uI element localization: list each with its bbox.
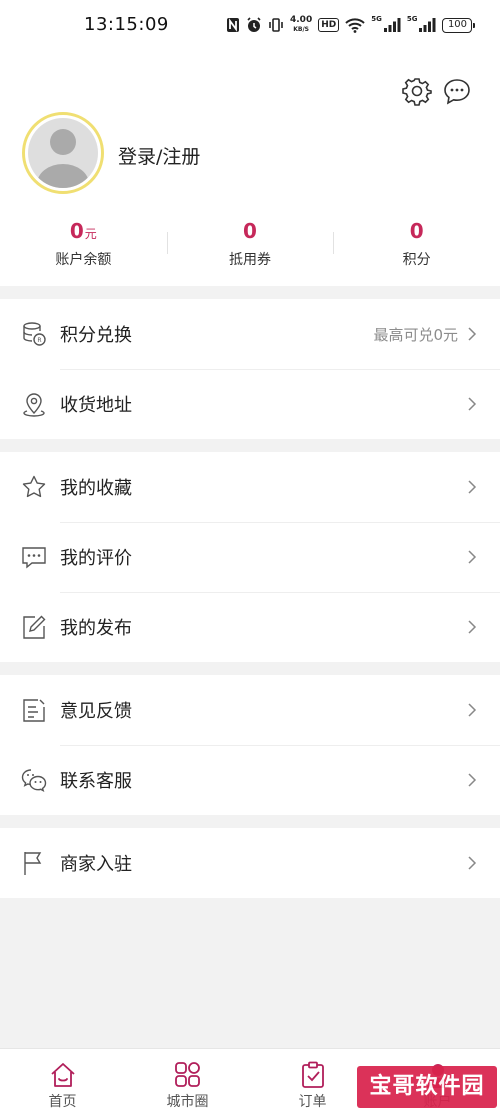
stat-coupons-label: 抵用券 xyxy=(229,252,271,268)
menu-label: 收货地址 xyxy=(60,395,132,416)
status-bar: 13:15:09 4.00 KB/S HD 5G 5G 100 xyxy=(0,0,500,44)
feedback-icon xyxy=(23,699,45,722)
stat-balance[interactable]: 0元 账户余额 xyxy=(0,218,167,274)
gear-icon[interactable] xyxy=(402,76,432,106)
home-icon xyxy=(50,1063,75,1087)
hd-voice-badge: HD xyxy=(318,18,340,32)
points-coins-icon: R xyxy=(23,322,46,346)
location-pin-icon xyxy=(23,393,45,417)
nfc-icon xyxy=(227,18,239,32)
menu-group-3: 意见反馈 联系客服 xyxy=(0,675,500,815)
menu-label: 联系客服 xyxy=(60,771,132,792)
menu-group-4: 商家入驻 xyxy=(0,828,500,898)
menu-row-merchant-join[interactable]: 商家入驻 xyxy=(0,828,500,898)
city-circle-icon xyxy=(174,1062,200,1087)
profile-header: 登录/注册 0元 账户余额 0 抵用券 0 积分 xyxy=(0,44,500,286)
stat-points[interactable]: 0 积分 xyxy=(333,218,500,274)
watermark-logo: 宝哥软件园 xyxy=(357,1066,497,1108)
chevron-right-icon xyxy=(468,327,477,341)
battery-icon: 100 xyxy=(442,17,476,33)
comment-icon xyxy=(22,547,46,569)
signal-1-icon xyxy=(383,18,401,32)
chevron-right-icon xyxy=(468,773,477,787)
alarm-icon xyxy=(247,17,261,32)
network-speed: 4.00 KB/S xyxy=(290,16,312,34)
stat-points-value: 0 xyxy=(409,219,424,243)
tab-label: 首页 xyxy=(48,1094,77,1110)
stat-balance-label: 账户余额 xyxy=(55,252,112,268)
menu-group-2: 我的收藏 我的评价 我的发布 xyxy=(0,452,500,662)
menu-label: 我的发布 xyxy=(60,618,132,639)
menu-row-shipping-address[interactable]: 收货地址 xyxy=(0,369,500,439)
login-register-link[interactable]: 登录/注册 xyxy=(118,142,200,169)
menu-row-posts[interactable]: 我的发布 xyxy=(0,592,500,662)
chat-bubble-icon[interactable] xyxy=(442,76,472,106)
star-icon xyxy=(22,475,46,498)
sim2-tech-label: 5G xyxy=(406,15,418,23)
chevron-right-icon xyxy=(468,620,477,634)
status-icons: 4.00 KB/S HD 5G 5G 100 xyxy=(226,14,476,36)
account-stats: 0元 账户余额 0 抵用券 0 积分 xyxy=(0,218,500,274)
wifi-icon xyxy=(345,18,365,33)
tab-home[interactable]: 首页 xyxy=(0,1049,125,1116)
network-speed-unit: KB/S xyxy=(293,26,309,33)
flag-icon xyxy=(24,852,42,875)
tab-city-circle[interactable]: 城市圈 xyxy=(125,1049,250,1116)
menu-row-feedback[interactable]: 意见反馈 xyxy=(0,675,500,745)
menu-row-points-exchange[interactable]: R 积分兑换 最高可兑0元 xyxy=(0,299,500,369)
chevron-right-icon xyxy=(468,480,477,494)
menu-row-favorites[interactable]: 我的收藏 xyxy=(0,452,500,522)
menu-label: 我的评价 xyxy=(60,548,132,569)
menu-row-reviews[interactable]: 我的评价 xyxy=(0,522,500,592)
chevron-right-icon xyxy=(468,856,477,870)
menu-label: 积分兑换 xyxy=(60,325,132,346)
orders-icon xyxy=(301,1061,324,1088)
menu-label: 我的收藏 xyxy=(60,478,132,499)
avatar[interactable] xyxy=(22,112,104,194)
menu-label: 商家入驻 xyxy=(60,854,132,875)
menu-label: 意见反馈 xyxy=(60,701,132,722)
stat-coupons-value: 0 xyxy=(243,219,257,243)
menu-group-1: R 积分兑换 最高可兑0元 收货地址 xyxy=(0,299,500,439)
svg-text:R: R xyxy=(37,337,41,344)
tab-label: 城市圈 xyxy=(166,1094,209,1110)
default-avatar-icon xyxy=(28,118,98,188)
stat-balance-value: 0 xyxy=(69,219,84,243)
menu-value: 最高可兑0元 xyxy=(373,325,458,344)
sim1-tech-label: 5G xyxy=(371,15,382,23)
stat-balance-unit: 元 xyxy=(84,227,97,241)
chevron-right-icon xyxy=(468,703,477,717)
edit-icon xyxy=(23,615,46,639)
chevron-right-icon xyxy=(468,397,477,411)
menu-row-customer-service[interactable]: 联系客服 xyxy=(0,745,500,815)
wechat-icon xyxy=(21,769,47,792)
signal-2-icon xyxy=(419,18,436,32)
stat-coupons[interactable]: 0 抵用券 xyxy=(166,218,334,274)
status-time: 13:15:09 xyxy=(84,14,169,35)
vibrate-icon xyxy=(269,18,283,32)
stat-points-label: 积分 xyxy=(402,252,431,268)
chevron-right-icon xyxy=(468,550,477,564)
network-speed-value: 4.00 xyxy=(290,15,313,25)
